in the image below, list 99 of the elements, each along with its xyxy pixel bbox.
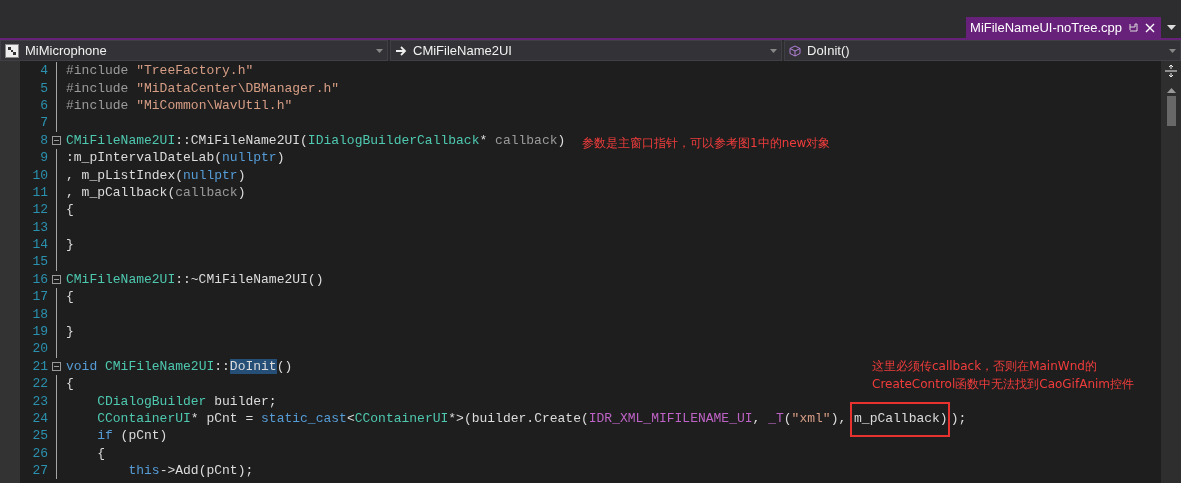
line-number: 11 <box>31 184 48 200</box>
cube-icon <box>789 44 801 57</box>
code-token: ) <box>276 150 285 166</box>
code-token: ); <box>950 411 967 426</box>
code-token: ::~CMiFileName2UI() <box>175 271 324 287</box>
arrow-icon <box>395 44 407 57</box>
code-token: callback <box>175 184 238 200</box>
code-token: #include <box>66 80 130 96</box>
scroll-thumb[interactable] <box>1166 96 1176 126</box>
line-number: 25 <box>31 428 48 444</box>
navigation-dropdown[interactable]: CMiFileName2UI <box>390 40 782 61</box>
code-token: :m_pIntervalDateLab( <box>66 150 223 166</box>
code-token: :: <box>214 358 230 374</box>
code-token: , m_pListIndex( <box>66 167 184 183</box>
code-token: { <box>66 202 74 218</box>
line-number: 18 <box>31 306 48 322</box>
code-token: { <box>66 289 74 305</box>
code-token: builder; <box>213 393 277 409</box>
line-number: 20 <box>31 341 48 357</box>
code-token: nullptr <box>183 167 238 183</box>
line-number: 6 <box>39 97 48 113</box>
code-token: static_cast <box>261 411 347 426</box>
code-token: *>(builder.Create( <box>448 411 589 426</box>
line-number: 12 <box>31 202 48 218</box>
line-number: 10 <box>31 167 48 183</box>
line-number: 17 <box>31 289 48 305</box>
line-number: 4 <box>39 63 48 79</box>
line-number: 15 <box>31 254 48 270</box>
line-number: 24 <box>31 411 48 426</box>
line-number: 19 <box>31 324 48 340</box>
code-token: CContainerUI <box>96 411 191 426</box>
code-token: , <box>752 411 762 426</box>
collapse-icon[interactable] <box>52 274 61 284</box>
code-token: IDialogBuilderCallback <box>307 132 480 148</box>
code-token: "MiCommon\WavUtil.h" <box>136 97 293 113</box>
line-number: 27 <box>31 463 48 479</box>
navigation-dropdown[interactable]: MiMicrophone <box>0 40 388 61</box>
annotation-note: 这里必须传callback，否则在MainWnd的 CreateControl函数中无法找到CaoGifAnim控件 <box>872 358 1135 393</box>
scroll-up-icon[interactable] <box>1166 88 1176 93</box>
code-token: ) <box>557 132 566 148</box>
caret-icon <box>770 48 777 53</box>
code-token: "xml" <box>791 411 831 426</box>
code-token: "TreeFactory.h" <box>136 63 254 79</box>
close-icon[interactable] <box>1145 22 1155 33</box>
project-icon <box>5 43 19 58</box>
code-token: * pCnt = <box>190 411 255 426</box>
line-number: 13 <box>31 219 48 235</box>
code-token: CMiFileName2UI <box>66 132 176 148</box>
code-token: ( <box>783 411 792 426</box>
line-number: 22 <box>31 376 48 392</box>
line-number: 7 <box>39 115 48 131</box>
code-token: , m_pCallback( <box>66 184 176 200</box>
collapse-icon[interactable] <box>52 135 61 145</box>
annotation-note: 参数是主窗口指针，可以参考图1中的new对象 <box>582 135 831 152</box>
code-token: ) <box>237 184 246 200</box>
split-icon[interactable] <box>1164 64 1178 78</box>
code-token: ), <box>830 411 848 426</box>
code-token: "MiDataCenter\DBManager.h" <box>136 80 340 96</box>
line-number: 9 <box>39 150 48 166</box>
code-token: } <box>66 324 74 340</box>
code-token: } <box>66 237 74 253</box>
code-token: (pCnt) <box>119 428 168 444</box>
code-token: IDR_XML_MIFILENAME_UI <box>588 411 753 426</box>
code-token: ::CMiFileName2UI( <box>175 132 308 148</box>
line-number: 16 <box>31 271 48 287</box>
code-token: #include <box>66 97 130 113</box>
code-token: #include <box>66 63 130 79</box>
line-number: 5 <box>39 80 48 96</box>
line-number: 23 <box>31 393 48 409</box>
code-token: () <box>276 358 293 374</box>
code-token: * <box>479 132 489 148</box>
code-token: ->Add(pCnt); <box>159 463 254 479</box>
code-token: CMiFileName2UI <box>105 358 215 374</box>
line-number: 14 <box>31 237 48 253</box>
collapse-icon[interactable] <box>52 361 61 371</box>
code-token: nullptr <box>222 150 277 166</box>
code-token: { <box>96 445 105 461</box>
caret-icon <box>376 48 383 53</box>
line-number: 8 <box>39 132 48 148</box>
code-token: this <box>127 463 160 479</box>
code-token: if <box>96 428 113 444</box>
code-token: DoInit <box>229 358 277 374</box>
code-token: void <box>66 358 99 374</box>
file-tab[interactable]: MiFileNameUI-noTree.cpp <box>966 17 1161 38</box>
dropdown-icon[interactable] <box>1166 25 1176 30</box>
line-number: 26 <box>31 445 48 461</box>
code-token: CContainerUI <box>354 411 449 426</box>
code-token: < <box>346 411 355 426</box>
navigation-dropdown[interactable]: DoInit() <box>784 40 1181 61</box>
code-token: _T <box>768 411 784 426</box>
code-token: callback <box>495 132 558 148</box>
code-token: CDialogBuilder <box>96 393 207 409</box>
code-token: m_pCallback) <box>850 402 950 437</box>
code-token: ) <box>237 167 246 183</box>
line-number: 21 <box>31 358 48 374</box>
code-token: { <box>66 376 74 392</box>
caret-icon <box>1169 48 1176 53</box>
code-token: CMiFileName2UI <box>66 271 176 287</box>
pin-icon[interactable] <box>1128 22 1139 33</box>
